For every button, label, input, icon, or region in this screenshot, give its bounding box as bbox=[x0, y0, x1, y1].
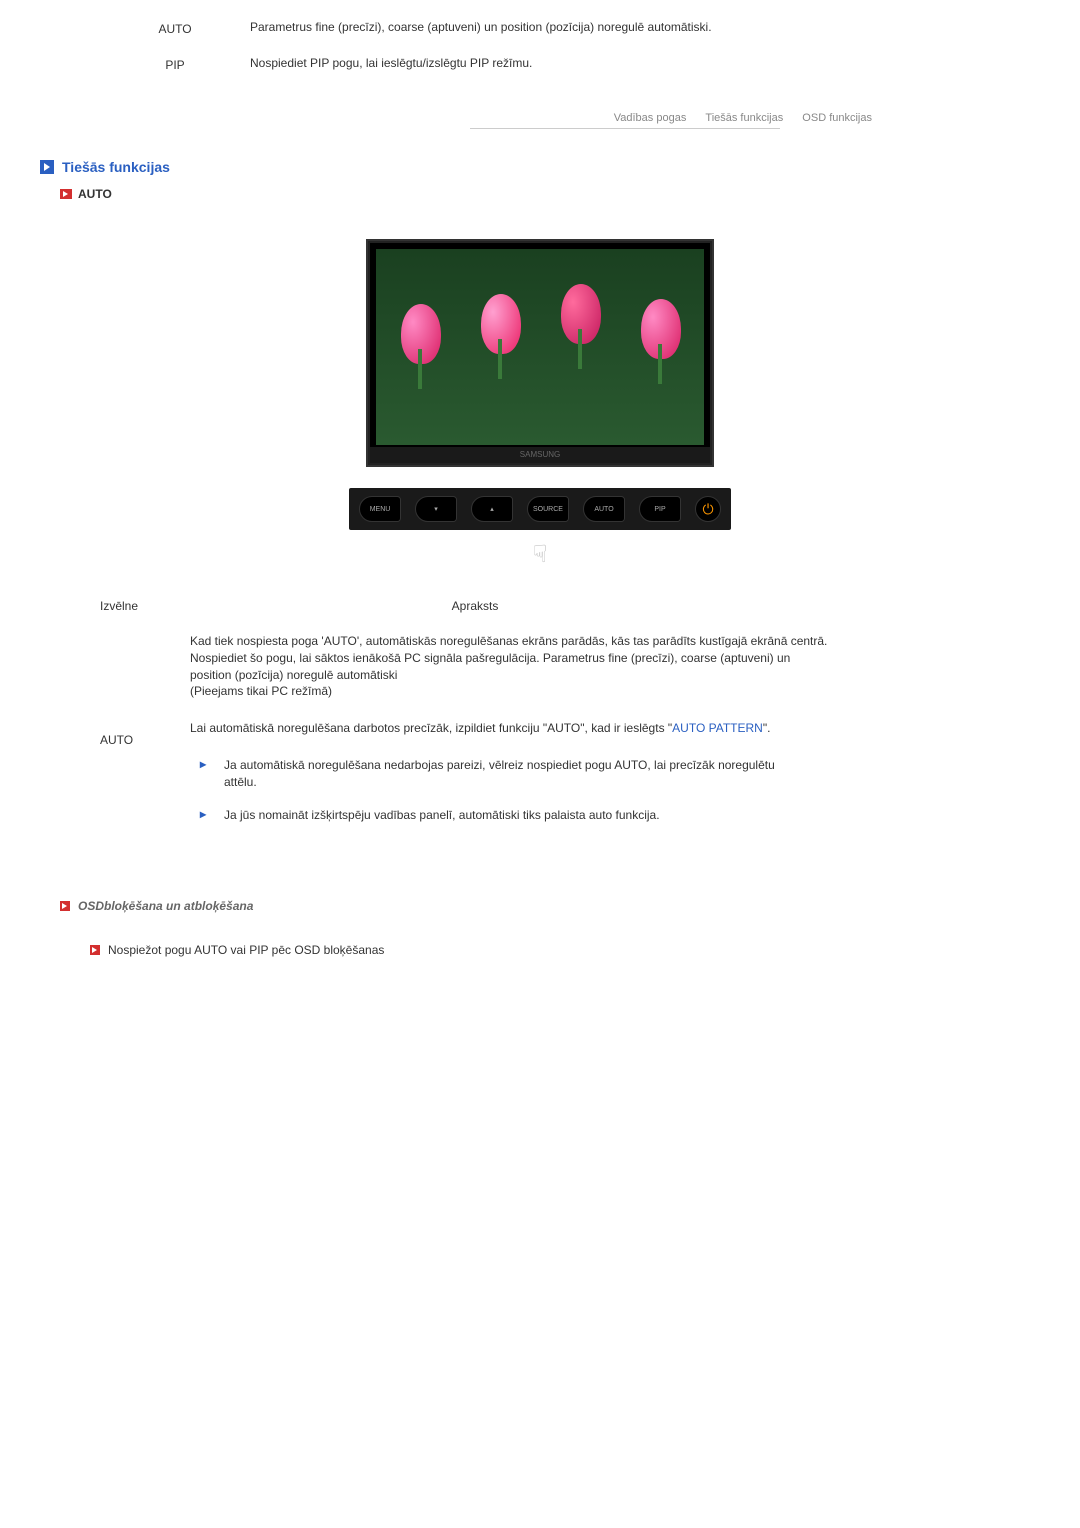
auto-para1b-text: (Pieejams tikai PC režīmā) bbox=[190, 684, 332, 698]
auto-paragraph-2: Lai automātiskā noregulēšana darbotos pr… bbox=[190, 720, 830, 737]
subsection-heading-text: AUTO bbox=[78, 187, 112, 201]
auto-para2d: . bbox=[767, 721, 770, 735]
auto-paragraph-1: Kad tiek nospiesta poga 'AUTO', automāti… bbox=[190, 633, 830, 700]
osd-heading: OSD bloķēšana un atbloķēšana bbox=[60, 899, 1040, 913]
auto-para2c: , kad ir ieslēgts bbox=[585, 721, 668, 735]
osd-section: OSD bloķēšana un atbloķēšana Nospiežot p… bbox=[40, 899, 1040, 957]
auto-para2b: AUTO bbox=[547, 721, 580, 735]
row-label-pip: PIP bbox=[100, 56, 250, 72]
osd-prefix: OSD bbox=[78, 899, 104, 913]
list-item: ▸ Ja jūs nomaināt izšķirtspēju vadības p… bbox=[190, 807, 830, 824]
top-definition-table: AUTO Parametrus fine (precīzi), coarse (… bbox=[100, 20, 1040, 72]
auto-pattern-link[interactable]: AUTO PATTERN bbox=[672, 721, 763, 735]
section-heading: Tiešās funkcijas bbox=[40, 159, 1040, 175]
hand-pointer-icon: ☟ bbox=[40, 540, 1040, 569]
table-row: AUTO Parametrus fine (precīzi), coarse (… bbox=[100, 20, 1040, 36]
chevron-right-icon: ▸ bbox=[200, 757, 224, 791]
tab-direct-functions[interactable]: Tiešās funkcijas bbox=[705, 112, 783, 124]
source-button[interactable]: SOURCE bbox=[527, 496, 569, 522]
auto-description-block: AUTO Kad tiek nospiesta poga 'AUTO', aut… bbox=[100, 633, 1040, 839]
power-button[interactable]: ⏻ bbox=[695, 496, 721, 522]
bullet-list: ▸ Ja automātiskā noregulēšana nedarbojas… bbox=[190, 757, 830, 823]
chevron-right-icon: ▸ bbox=[200, 807, 224, 824]
auto-label: AUTO bbox=[100, 633, 190, 839]
osd-sub-text: Nospiežot pogu AUTO vai PIP pēc OSD bloķ… bbox=[108, 943, 384, 957]
tulip-image bbox=[466, 279, 536, 379]
osd-title-text: bloķēšana un atbloķēšana bbox=[104, 899, 253, 913]
monitor-button-panel: MENU ▾ ▴ SOURCE AUTO PIP ⏻ bbox=[349, 488, 731, 530]
list-item: ▸ Ja automātiskā noregulēšana nedarbojas… bbox=[190, 757, 830, 791]
row-label-auto: AUTO bbox=[100, 20, 250, 36]
row-desc-pip: Nospiediet PIP pogu, lai ieslēgtu/izslēg… bbox=[250, 56, 810, 72]
auto-button[interactable]: AUTO bbox=[583, 496, 625, 522]
description-header: Izvēlne Apraksts bbox=[100, 599, 1040, 613]
play-icon bbox=[40, 160, 54, 174]
auto-content: Kad tiek nospiesta poga 'AUTO', automāti… bbox=[190, 633, 830, 839]
menu-button[interactable]: MENU bbox=[359, 496, 401, 522]
tab-osd-functions[interactable]: OSD funkcijas bbox=[802, 112, 872, 124]
subsection-heading: AUTO bbox=[60, 187, 1040, 201]
monitor-frame: SAMSUNG bbox=[368, 241, 712, 465]
row-desc-auto: Parametrus fine (precīzi), coarse (aptuv… bbox=[250, 20, 810, 36]
arrow-icon bbox=[90, 945, 100, 955]
tulip-image bbox=[386, 289, 456, 389]
monitor-brand-bar: SAMSUNG bbox=[370, 447, 710, 463]
down-button[interactable]: ▾ bbox=[415, 496, 457, 522]
tulip-image bbox=[546, 269, 616, 369]
header-description: Apraksts bbox=[190, 599, 1040, 613]
section-tabs: Vadības pogas Tiešās funkcijas OSD funkc… bbox=[40, 112, 1040, 129]
osd-sub-item: Nospiežot pogu AUTO vai PIP pēc OSD bloķ… bbox=[90, 943, 1040, 957]
table-row: PIP Nospiediet PIP pogu, lai ieslēgtu/iz… bbox=[100, 56, 1040, 72]
tulip-image bbox=[626, 284, 696, 384]
bullet-text-2: Ja jūs nomaināt izšķirtspēju vadības pan… bbox=[224, 807, 784, 824]
pip-button[interactable]: PIP bbox=[639, 496, 681, 522]
tab-controls[interactable]: Vadības pogas bbox=[614, 112, 687, 124]
header-menu: Izvēlne bbox=[100, 599, 190, 613]
auto-para2a: Lai automātiskā noregulēšana darbotos pr… bbox=[190, 721, 543, 735]
tabs-divider bbox=[470, 128, 780, 129]
monitor-screen bbox=[376, 249, 704, 445]
arrow-icon bbox=[60, 901, 70, 911]
auto-para1-text: Kad tiek nospiesta poga 'AUTO', automāti… bbox=[190, 634, 827, 682]
arrow-icon bbox=[60, 189, 72, 199]
monitor-illustration: SAMSUNG MENU ▾ ▴ SOURCE AUTO PIP ⏻ ☟ bbox=[40, 241, 1040, 569]
bullet-text-1: Ja automātiskā noregulēšana nedarbojas p… bbox=[224, 757, 784, 791]
section-heading-text: Tiešās funkcijas bbox=[62, 159, 170, 175]
up-button[interactable]: ▴ bbox=[471, 496, 513, 522]
